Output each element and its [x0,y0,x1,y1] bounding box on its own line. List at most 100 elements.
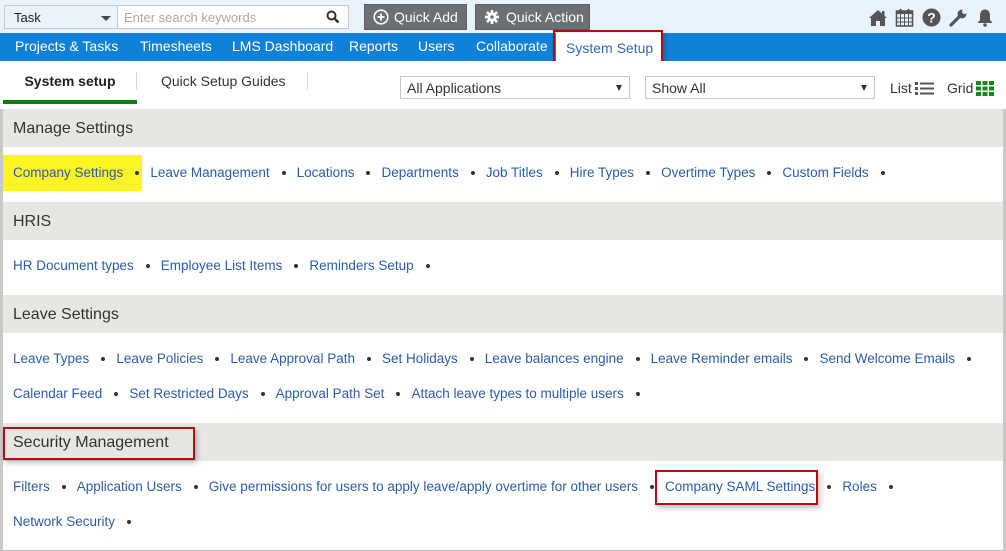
link-departments[interactable]: Departments [381,165,458,180]
link-job-titles[interactable]: Job Titles [486,165,543,180]
sub-tabs-bar: System setup Quick Setup Guides All Appl… [0,61,1006,109]
link-set-restricted-days[interactable]: Set Restricted Days [129,386,248,401]
bullet [145,263,150,268]
link-set-holidays[interactable]: Set Holidays [382,351,458,366]
task-type-select[interactable]: Task [4,5,118,29]
tab-system-setup[interactable]: System setup [3,73,137,104]
bullet [425,263,430,268]
calendar-icon[interactable] [895,8,915,27]
link-leave-balances-engine[interactable]: Leave balances engine [485,351,624,366]
dropdown-arrow-icon [616,85,622,91]
tab-divider [307,72,308,90]
link-overtime-types[interactable]: Overtime Types [661,165,755,180]
caret-down-icon [101,16,111,21]
search-input[interactable] [118,6,318,28]
link-company-settings[interactable]: Company Settings [13,165,123,180]
task-type-value: Task [14,10,41,25]
link-company-saml-settings[interactable]: Company SAML Settings [665,479,815,494]
section-hris: HRIS [3,202,1003,240]
link-custom-fields[interactable]: Custom Fields [782,165,868,180]
bullet [554,170,559,175]
link-reminders-setup[interactable]: Reminders Setup [309,258,413,273]
link-leave-management[interactable]: Leave Management [150,165,269,180]
link-leave-approval-path[interactable]: Leave Approval Path [230,351,355,366]
bullet [649,484,654,489]
link-leave-types[interactable]: Leave Types [13,351,89,366]
plus-circle-icon [373,9,389,25]
bullet [135,170,140,175]
grid-view-toggle[interactable]: Grid [947,80,995,96]
nav-reports[interactable]: Reports [349,38,398,54]
nav-timesheets[interactable]: Timesheets [140,38,212,54]
top-icon-group: ? [868,8,996,27]
grid-icon [976,80,995,96]
quick-add-label: Quick Add [394,9,458,25]
main-nav: Projects & Tasks Timesheets LMS Dashboar… [0,33,1006,61]
link-locations[interactable]: Locations [297,165,355,180]
security-links-row-1: Filters Application Users Give permissio… [13,479,904,494]
manage-settings-links: Company Settings Leave Management Locati… [13,165,896,180]
nav-collaborate[interactable]: Collaborate [476,38,548,54]
link-give-permissions[interactable]: Give permissions for users to apply leav… [209,479,638,494]
section-manage-settings: Manage Settings [3,109,1003,147]
show-filter-select[interactable]: Show All [645,76,875,99]
nav-lms-dashboard[interactable]: LMS Dashboard [232,38,333,54]
bullet [193,484,198,489]
quick-action-label: Quick Action [506,9,584,25]
link-hr-document-types[interactable]: HR Document types [13,258,134,273]
home-icon[interactable] [868,8,888,27]
bullet [827,484,832,489]
bullet [469,356,474,361]
leave-settings-links-row-1: Leave Types Leave Policies Leave Approva… [13,351,982,366]
bullet [260,391,265,396]
bullet [101,356,106,361]
wrench-icon[interactable] [949,8,969,27]
search-icon[interactable] [326,10,340,24]
security-links-row-2: Network Security [13,514,142,529]
link-employee-list-items[interactable]: Employee List Items [161,258,283,273]
section-security-management: Security Management [3,423,1003,461]
nav-projects-tasks[interactable]: Projects & Tasks [15,38,118,54]
link-filters[interactable]: Filters [13,479,50,494]
dropdown-arrow-icon [861,85,867,91]
section-leave-settings: Leave Settings [3,295,1003,333]
list-icon [914,81,934,95]
svg-text:?: ? [927,10,936,26]
search-box [117,5,349,29]
help-icon[interactable]: ? [922,8,942,27]
tab-quick-setup-guides[interactable]: Quick Setup Guides [161,73,286,89]
gears-icon [485,10,499,24]
quick-add-button[interactable]: Quick Add [364,4,467,30]
link-approval-path-set[interactable]: Approval Path Set [276,386,385,401]
link-application-users[interactable]: Application Users [77,479,182,494]
leave-settings-links-row-2: Calendar Feed Set Restricted Days Approv… [13,386,651,401]
link-roles[interactable]: Roles [842,479,877,494]
link-attach-leave-types[interactable]: Attach leave types to multiple users [411,386,623,401]
bullet [767,170,772,175]
applications-filter-select[interactable]: All Applications [400,76,630,99]
bullet [366,356,371,361]
list-view-toggle[interactable]: List [890,80,934,96]
list-view-label: List [890,80,912,96]
quick-action-button[interactable]: Quick Action [475,4,590,30]
nav-users[interactable]: Users [418,38,455,54]
bullet [61,484,66,489]
link-leave-reminder-emails[interactable]: Leave Reminder emails [651,351,793,366]
bullet [635,356,640,361]
link-calendar-feed[interactable]: Calendar Feed [13,386,102,401]
bullet [804,356,809,361]
link-network-security[interactable]: Network Security [13,514,115,529]
bullet [470,170,475,175]
link-hire-types[interactable]: Hire Types [570,165,634,180]
bullet [281,170,286,175]
grid-view-label: Grid [947,80,974,96]
link-leave-policies[interactable]: Leave Policies [116,351,203,366]
bullet [127,519,132,524]
hris-links: HR Document types Employee List Items Re… [13,258,441,273]
bullet [967,356,972,361]
bullet [646,170,651,175]
link-send-welcome-emails[interactable]: Send Welcome Emails [819,351,955,366]
show-filter-value: Show All [652,80,706,96]
bell-icon[interactable] [976,8,996,27]
bullet [635,391,640,396]
